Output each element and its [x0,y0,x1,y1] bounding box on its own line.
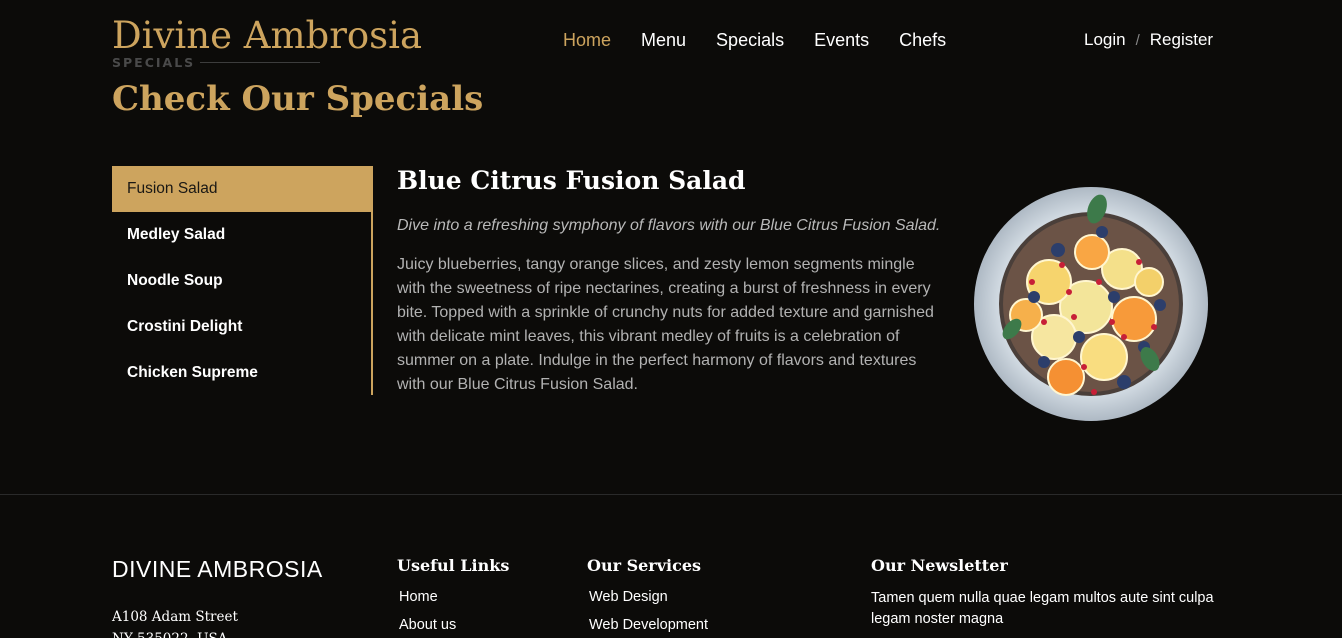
section-label: SPECIALS [112,55,196,70]
section-title: Check Our Specials [112,79,484,119]
footer-link-about[interactable]: About us [397,617,509,633]
site-logo[interactable]: Divine Ambrosia [112,14,422,57]
our-services: Our Services Web Design Web Development [587,556,708,638]
specials-tabs: Fusion Salad Medley Salad Noodle Soup Cr… [112,166,373,395]
footer-link-home[interactable]: Home [397,589,509,605]
nav-home[interactable]: Home [563,30,611,51]
services-title: Our Services [587,556,702,575]
special-description: Juicy blueberries, tangy orange slices, … [397,256,934,393]
login-link[interactable]: Login [1084,30,1126,50]
auth-separator: / [1135,31,1140,49]
nav-events[interactable]: Events [814,30,869,51]
footer-link-web-design[interactable]: Web Design [587,589,708,605]
section-label-line [200,62,320,63]
useful-links: Useful Links Home About us [397,556,509,638]
newsletter-title: Our Newsletter [871,556,1008,575]
tab-crostini-delight[interactable]: Crostini Delight [112,304,371,350]
newsletter: Our Newsletter Tamen quem nulla quae leg… [871,556,1231,630]
nav-specials[interactable]: Specials [716,30,784,51]
footer-divider [0,494,1342,495]
tab-fusion-salad[interactable]: Fusion Salad [112,166,371,212]
nav-chefs[interactable]: Chefs [899,30,946,51]
address-line: NY 535022, USA [112,628,238,638]
tab-medley-salad[interactable]: Medley Salad [112,212,371,258]
register-link[interactable]: Register [1150,30,1213,50]
address-line: A108 Adam Street [112,609,238,625]
tab-noodle-soup[interactable]: Noodle Soup [112,258,371,304]
special-name: Blue Citrus Fusion Salad [397,166,746,195]
footer-brand: DIVINE AMBROSIA [112,556,323,582]
main-nav: Home Menu Specials Events Chefs [563,30,946,51]
newsletter-text: Tamen quem nulla quae legam multos aute … [871,590,1214,627]
nav-menu[interactable]: Menu [641,30,686,51]
special-detail: Blue Citrus Fusion Salad Dive into a ref… [397,166,942,397]
footer-link-web-development[interactable]: Web Development [587,617,708,633]
special-lead: Dive into a refreshing symphony of flavo… [397,217,941,234]
footer-address: A108 Adam Street NY 535022, USA [112,606,238,638]
useful-links-title: Useful Links [397,556,510,575]
auth-links: Login / Register [1084,30,1213,50]
salad-plate-image [974,187,1208,421]
tab-chicken-supreme[interactable]: Chicken Supreme [112,350,371,396]
